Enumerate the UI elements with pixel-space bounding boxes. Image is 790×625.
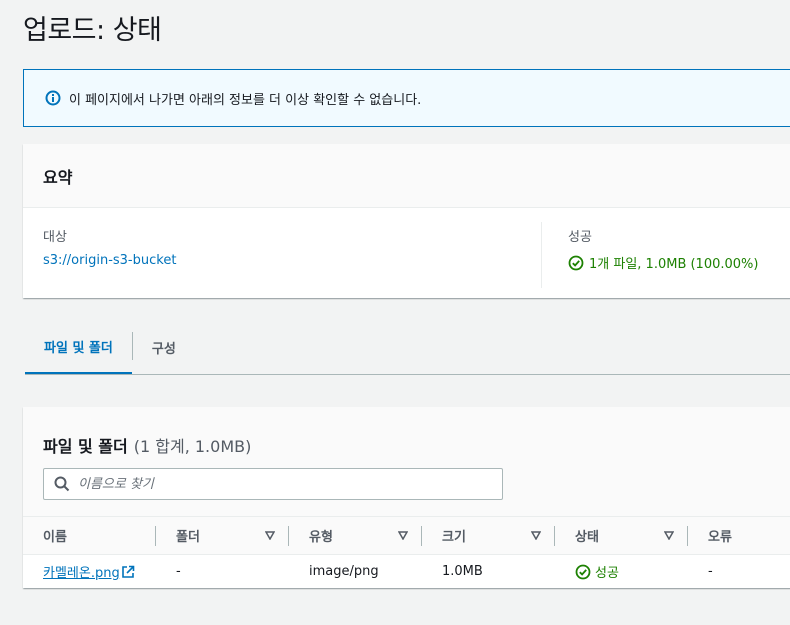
file-name-link[interactable]: 카멜레온.png bbox=[23, 562, 156, 581]
files-panel: 파일 및 폴더 (1 합계, 1.0MB) 이름 폴더 유형 크기 상태 bbox=[23, 407, 790, 588]
summary-title: 요약 bbox=[23, 144, 790, 208]
info-icon bbox=[45, 90, 61, 106]
success-label: 성공 bbox=[568, 230, 592, 245]
page-title: 업로드: 상태 bbox=[23, 15, 162, 46]
search-box bbox=[43, 468, 503, 500]
sort-caret-icon bbox=[664, 531, 674, 540]
column-header-size[interactable]: 크기 bbox=[422, 517, 555, 554]
sort-caret-icon bbox=[531, 531, 541, 540]
cell-type: image/png bbox=[309, 564, 379, 579]
success-check-icon bbox=[568, 255, 584, 270]
column-header-error[interactable]: 오류 bbox=[688, 517, 790, 554]
tab-files-and-folders[interactable]: 파일 및 폴더 bbox=[25, 320, 132, 374]
search-input[interactable] bbox=[78, 476, 478, 492]
summary-panel: 요약 대상 s3://origin-s3-bucket 성공 1개 파일, 1.… bbox=[23, 144, 790, 298]
column-header-folder[interactable]: 폴더 bbox=[156, 517, 289, 554]
table-header: 이름 폴더 유형 크기 상태 오류 bbox=[23, 517, 790, 555]
cell-status: 성공 bbox=[555, 562, 688, 581]
destination-field: 대상 s3://origin-s3-bucket bbox=[23, 222, 542, 288]
success-field: 성공 1개 파일, 1.0MB (100.00%) bbox=[542, 208, 778, 298]
column-header-status[interactable]: 상태 bbox=[555, 517, 688, 554]
column-header-type[interactable]: 유형 bbox=[289, 517, 422, 554]
tab-bar: 파일 및 폴더 구성 bbox=[25, 320, 790, 375]
cell-size: 1.0MB bbox=[442, 564, 483, 579]
cell-error: - bbox=[708, 564, 713, 579]
destination-label: 대상 bbox=[43, 230, 67, 245]
tab-configuration[interactable]: 구성 bbox=[133, 320, 195, 374]
search-icon bbox=[54, 476, 70, 492]
sort-caret-icon bbox=[398, 531, 408, 540]
alert-text: 이 페이지에서 나가면 아래의 정보를 더 이상 확인할 수 없습니다. bbox=[69, 92, 422, 108]
files-count: (1 합계, 1.0MB) bbox=[133, 437, 252, 456]
files-title: 파일 및 폴더 bbox=[43, 437, 128, 456]
table-row: 카멜레온.png - image/png 1.0MB 성공 - bbox=[23, 555, 790, 588]
sort-caret-icon bbox=[265, 531, 275, 540]
external-link-icon bbox=[121, 565, 135, 578]
info-alert: 이 페이지에서 나가면 아래의 정보를 더 이상 확인할 수 없습니다. bbox=[23, 69, 790, 127]
success-check-icon bbox=[575, 564, 591, 579]
destination-link[interactable]: s3://origin-s3-bucket bbox=[43, 253, 521, 268]
cell-folder: - bbox=[176, 564, 181, 579]
success-value: 1개 파일, 1.0MB (100.00%) bbox=[589, 257, 759, 272]
column-header-name[interactable]: 이름 bbox=[23, 517, 156, 554]
